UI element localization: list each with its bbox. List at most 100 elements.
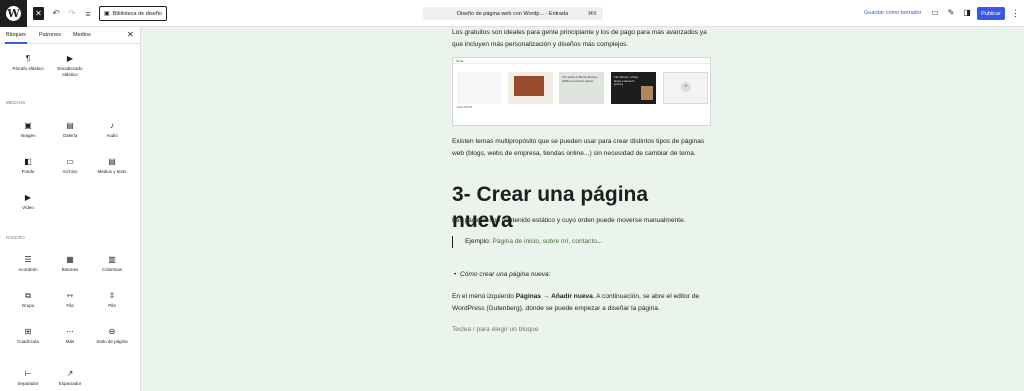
editor-canvas[interactable]: Los gratuitos son ideales para gente pri…: [141, 27, 1024, 391]
design-library-button[interactable]: ▣ Biblioteca de diseño: [99, 6, 167, 21]
block-label: Botones: [61, 267, 79, 272]
paragraph-block[interactable]: Las páginas son contenido estático y cuy…: [452, 215, 714, 227]
gallery-icon: ▤: [66, 121, 74, 130]
media-text-icon: ▤: [108, 157, 116, 166]
theme-card: The Dancer: a blog about a dancer's jour…: [611, 72, 656, 104]
block-paragraph-elastic[interactable]: ¶ Párrafo elástico: [8, 54, 48, 72]
block-file[interactable]: ▭ Archivo: [50, 157, 90, 175]
theme-card: [508, 72, 553, 104]
page-break-icon: ⊖: [108, 327, 116, 336]
separator-icon: ⊢: [24, 369, 32, 378]
save-draft-button[interactable]: Guardar como borrador: [864, 10, 921, 16]
inserter-tabs: Bloques Patrones Medios ✕: [0, 27, 140, 44]
block-label: Acordeón: [18, 267, 38, 272]
document-title: Diseño de página web con Wordp... · Entr…: [457, 10, 569, 17]
block-image[interactable]: ▣ Imagen: [8, 121, 48, 139]
more-icon: ⋯: [66, 327, 74, 336]
paragraph-icon: ¶: [25, 54, 31, 63]
block-group[interactable]: ⧉ Grupo: [8, 291, 48, 309]
block-video[interactable]: ▶ Vídeo: [8, 193, 48, 211]
category-design-title: DISEÑO: [6, 235, 26, 240]
block-more[interactable]: ⋯ Más: [50, 327, 90, 345]
block-label: Columnas: [101, 267, 123, 272]
stack-icon: ⇳: [108, 291, 116, 300]
list-item-text: Cómo crear una página nueva: [460, 271, 549, 278]
block-accordion[interactable]: ☰ Acordeón: [8, 255, 48, 273]
quote-block[interactable]: Ejemplo: Página de inicio, sobre mí, con…: [452, 236, 602, 248]
block-grid[interactable]: ⊞ Cuadrícula: [8, 327, 48, 345]
add-icon: +: [681, 82, 691, 92]
block-label: Imagen: [20, 133, 36, 138]
block-label: Cuadrícula: [17, 339, 39, 344]
publish-button[interactable]: Publicar: [977, 7, 1005, 20]
block-label: Fila: [66, 303, 74, 308]
block-gallery[interactable]: ▤ Galería: [50, 121, 90, 139]
jetpack-icon[interactable]: ✎: [946, 8, 956, 18]
block-buttons[interactable]: ▦ Botones: [50, 255, 90, 273]
block-label: Pila: [108, 303, 116, 308]
block-media-text[interactable]: ▤ Medios y texto: [92, 157, 132, 175]
paragraph-block[interactable]: En el menú izquierdo Páginas → Añadir nu…: [452, 291, 714, 314]
tab-patterns[interactable]: Patrones: [39, 32, 61, 38]
image-block[interactable]: Tema Hello World! The works of Berthe Mo…: [452, 57, 711, 126]
block-columns[interactable]: ▥ Columnas: [92, 255, 132, 273]
document-bar[interactable]: Diseño de página web con Wordp... · Entr…: [423, 7, 603, 20]
theme-caption: Hello World!: [457, 105, 473, 109]
audio-icon: ♪: [110, 121, 114, 130]
block-label: Galería: [62, 133, 78, 138]
block-label: Fondo: [21, 169, 35, 174]
paragraph-block[interactable]: Los gratuitos son ideales para gente pri…: [452, 27, 714, 50]
video-icon: ▶: [24, 193, 32, 202]
theme-card: Hello World!: [457, 72, 502, 109]
settings-sidebar-icon[interactable]: ◨: [962, 8, 972, 18]
quote-link[interactable]: Página de inicio, sobre mí, contacto: [493, 238, 597, 245]
block-spacer[interactable]: ↗ Espaciador: [50, 369, 90, 387]
document-overview-icon[interactable]: ≡: [82, 6, 94, 21]
block-audio[interactable]: ♪ Audio: [92, 121, 132, 139]
preview-icon[interactable]: ▭: [930, 8, 940, 18]
quote-prefix: Ejemplo:: [465, 238, 493, 245]
block-label: Vídeo: [22, 205, 34, 210]
block-label: Medios y texto: [97, 169, 127, 174]
theme-caption: The Dancer: a blog about a dancer's jour…: [614, 75, 638, 86]
options-icon[interactable]: ⋮: [1011, 7, 1020, 19]
library-icon: ▣: [104, 11, 110, 17]
accordion-icon: ☰: [24, 255, 32, 264]
block-appender-placeholder[interactable]: Teclea / para elegir un bloque: [452, 324, 539, 336]
theme-caption: The works of Berthe Morisot, 1800s-era F…: [562, 75, 598, 83]
list-item[interactable]: Cómo crear una página nueva:: [454, 269, 551, 281]
block-cover[interactable]: ◧ Fondo: [8, 157, 48, 175]
block-stack[interactable]: ⇳ Pila: [92, 291, 132, 309]
block-label: Salto de página: [96, 339, 128, 344]
command-shortcut: ⌘K: [587, 10, 597, 17]
grid-icon: ⊞: [24, 327, 32, 336]
wordpress-logo[interactable]: W: [0, 0, 27, 27]
tab-media[interactable]: Medios: [73, 32, 91, 38]
block-row[interactable]: ⇿ Fila: [50, 291, 90, 309]
heading-icon: ▶: [66, 54, 74, 63]
close-inserter-button[interactable]: ✕: [33, 7, 44, 20]
close-icon[interactable]: ✕: [127, 30, 134, 39]
spacer-icon: ↗: [66, 369, 74, 378]
block-separator[interactable]: ⊢ Separador: [8, 369, 48, 387]
design-library-label: Biblioteca de diseño: [112, 10, 162, 17]
block-label: Audio: [106, 133, 118, 138]
cover-icon: ◧: [24, 157, 32, 166]
block-heading-elastic[interactable]: ▶ Encabezado elástico: [50, 54, 90, 78]
buttons-icon: ▦: [66, 255, 74, 264]
columns-icon: ▥: [108, 255, 116, 264]
block-inserter: Bloques Patrones Medios ✕ ¶ Párrafo elás…: [0, 27, 141, 391]
block-page-break[interactable]: ⊖ Salto de página: [92, 327, 132, 345]
block-label: Grupo: [21, 303, 35, 308]
category-media-title: MEDIOS: [6, 100, 26, 105]
redo-icon[interactable]: ↷: [66, 6, 78, 21]
paragraph-block[interactable]: Existen temas multipropósito que se pued…: [452, 136, 714, 159]
group-icon: ⧉: [25, 291, 31, 300]
theme-card-add: +: [663, 72, 708, 104]
image-icon: ▣: [24, 121, 32, 130]
tab-blocks[interactable]: Bloques: [5, 32, 27, 44]
undo-icon[interactable]: ↶: [50, 6, 62, 21]
screenshot-topbar: Tema: [453, 58, 710, 64]
row-icon: ⇿: [66, 291, 74, 300]
paragraph-text: En el menú izquierdo: [452, 293, 516, 300]
